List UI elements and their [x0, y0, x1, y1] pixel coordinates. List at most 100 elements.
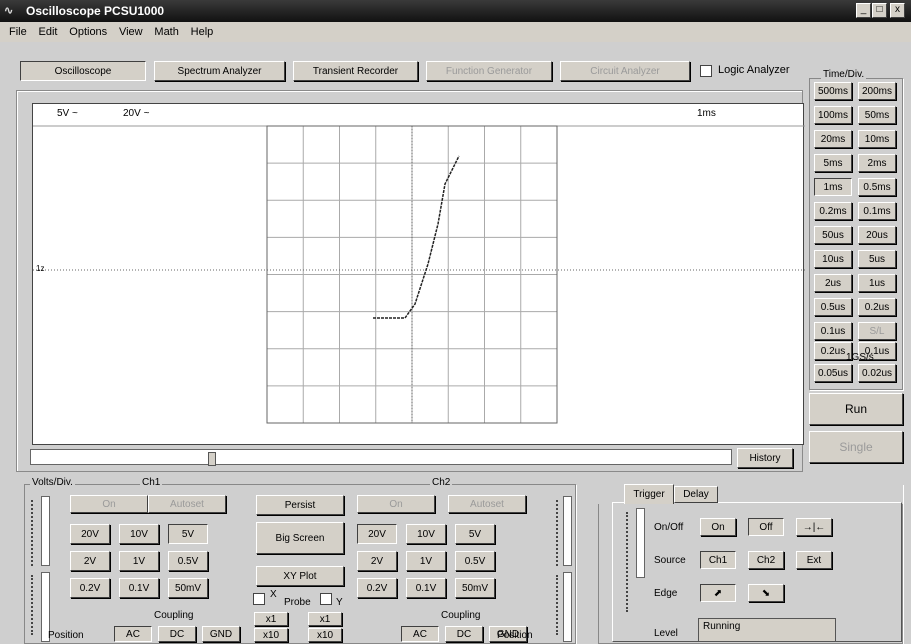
trigger-level-slider[interactable]: [636, 508, 645, 578]
ch1-volts-slider[interactable]: [41, 496, 50, 566]
ch2-coupling-button[interactable]: AC: [401, 626, 439, 642]
trigger-source-label: Source: [654, 555, 686, 566]
timediv-button[interactable]: 10us: [814, 250, 852, 268]
ch1-on-button[interactable]: On: [70, 495, 148, 513]
ch1-volts-button[interactable]: 0.5V: [168, 551, 208, 571]
menu-help[interactable]: Help: [191, 26, 214, 38]
timediv-button[interactable]: 500ms: [814, 82, 852, 100]
timediv-button[interactable]: 20ms: [814, 130, 852, 148]
ch1-volts-button[interactable]: 1V: [119, 551, 159, 571]
timediv-button[interactable]: S/L: [858, 322, 896, 340]
timediv-button[interactable]: 0.1us: [814, 322, 852, 340]
tab-delay[interactable]: Delay: [674, 486, 718, 503]
ch2-volts-slider[interactable]: [563, 496, 572, 566]
timediv-button[interactable]: 10ms: [858, 130, 896, 148]
trigger-off-button[interactable]: Off: [748, 518, 784, 536]
ch2-autoset-button[interactable]: Autoset: [448, 495, 526, 513]
edge-falling-icon: ⬊: [761, 587, 771, 599]
ch1-volts-button[interactable]: 5V: [168, 524, 208, 544]
probe-y-checkbox[interactable]: [320, 593, 332, 605]
timediv-button[interactable]: 20us: [858, 226, 896, 244]
trigger-hold-button[interactable]: →|←: [796, 518, 832, 536]
timediv-button[interactable]: 2us: [814, 274, 852, 292]
minimize-button[interactable]: _: [856, 3, 871, 18]
trigger-source-ch1-button[interactable]: Ch1: [700, 551, 736, 569]
menu-options[interactable]: Options: [69, 26, 107, 38]
timediv-button[interactable]: 0.1ms: [858, 202, 896, 220]
scope-screen[interactable]: 5V ~ 20V ~ 1ms 1z: [32, 103, 805, 445]
ch2-on-button[interactable]: On: [357, 495, 435, 513]
probe-ch2-x1-button[interactable]: x1: [308, 612, 342, 626]
single-button[interactable]: Single: [809, 431, 903, 463]
trigger-level-ticks: [626, 512, 632, 612]
ch2-coupling-button[interactable]: DC: [445, 626, 483, 642]
ch1-volts-button[interactable]: 2V: [70, 551, 110, 571]
ch1-autoset-button[interactable]: Autoset: [148, 495, 226, 513]
ch2-position-label: Position: [497, 630, 533, 641]
history-slider[interactable]: [30, 449, 732, 465]
maximize-button[interactable]: □: [872, 3, 887, 18]
tab-oscilloscope[interactable]: Oscilloscope: [20, 61, 146, 81]
timediv-button[interactable]: 0.5ms: [858, 178, 896, 196]
trigger-source-ext-button[interactable]: Ext: [796, 551, 832, 569]
persist-button[interactable]: Persist: [256, 495, 344, 515]
ch2-volts-button[interactable]: 1V: [406, 551, 446, 571]
timediv-button[interactable]: 1ms: [814, 178, 852, 196]
history-button[interactable]: History: [737, 448, 793, 468]
timediv-button[interactable]: 100ms: [814, 106, 852, 124]
ch2-volts-button[interactable]: 0.5V: [455, 551, 495, 571]
edge-rising-button[interactable]: ⬈: [700, 584, 736, 602]
probe-ch1-x1-button[interactable]: x1: [254, 612, 288, 626]
tab-circuit-analyzer[interactable]: Circuit Analyzer: [560, 61, 690, 81]
close-button[interactable]: x: [890, 3, 905, 18]
timediv-button[interactable]: 0.05us: [814, 364, 852, 382]
ch2-position-slider[interactable]: [563, 572, 572, 642]
timediv-button[interactable]: 5ms: [814, 154, 852, 172]
probe-ch2-x10-button[interactable]: x10: [308, 628, 342, 642]
timediv-button[interactable]: 0.2us: [858, 298, 896, 316]
ch1-volts-button[interactable]: 20V: [70, 524, 110, 544]
tab-function-generator[interactable]: Function Generator: [426, 61, 552, 81]
ch1-volts-button[interactable]: 0.1V: [119, 578, 159, 598]
timediv-button[interactable]: 5us: [858, 250, 896, 268]
trigger-source-ch2-button[interactable]: Ch2: [748, 551, 784, 569]
timediv-button[interactable]: 0.2ms: [814, 202, 852, 220]
timediv-button[interactable]: 2ms: [858, 154, 896, 172]
logic-analyzer-checkbox[interactable]: [700, 65, 712, 77]
history-slider-thumb[interactable]: [208, 452, 216, 466]
ch2-volts-button[interactable]: 20V: [357, 524, 397, 544]
big-screen-button[interactable]: Big Screen: [256, 522, 344, 554]
ch2-volts-button[interactable]: 10V: [406, 524, 446, 544]
timediv-button[interactable]: 1us: [858, 274, 896, 292]
timediv-button[interactable]: 50ms: [858, 106, 896, 124]
ch1-volts-button[interactable]: 0.2V: [70, 578, 110, 598]
trigger-on-button[interactable]: On: [700, 518, 736, 536]
ch1-volts-button[interactable]: 50mV: [168, 578, 208, 598]
timediv-button[interactable]: 50us: [814, 226, 852, 244]
menu-math[interactable]: Math: [154, 26, 178, 38]
probe-ch1-x10-button[interactable]: x10: [254, 628, 288, 642]
ch2-volts-button[interactable]: 50mV: [455, 578, 495, 598]
ch2-volts-button[interactable]: 0.2V: [357, 578, 397, 598]
menu-view[interactable]: View: [119, 26, 143, 38]
tab-transient-recorder[interactable]: Transient Recorder: [293, 61, 418, 81]
ch1-coupling-button[interactable]: AC: [114, 626, 152, 642]
xy-plot-button[interactable]: XY Plot: [256, 566, 344, 586]
menu-edit[interactable]: Edit: [39, 26, 58, 38]
ch2-volts-button[interactable]: 2V: [357, 551, 397, 571]
probe-x-checkbox[interactable]: [253, 593, 265, 605]
ch1-coupling-button[interactable]: DC: [158, 626, 196, 642]
ch1-volts-button[interactable]: 10V: [119, 524, 159, 544]
timediv-button[interactable]: 0.5us: [814, 298, 852, 316]
ch2-volts-button[interactable]: 5V: [455, 524, 495, 544]
menu-file[interactable]: File: [9, 26, 27, 38]
timediv-button[interactable]: 200ms: [858, 82, 896, 100]
tab-trigger[interactable]: Trigger: [624, 484, 674, 504]
run-button[interactable]: Run: [809, 393, 903, 425]
trigger-level-label: Level: [654, 628, 678, 639]
ch1-coupling-button[interactable]: GND: [202, 626, 240, 642]
edge-falling-button[interactable]: ⬊: [748, 584, 784, 602]
timediv-button[interactable]: 0.02us: [858, 364, 896, 382]
tab-spectrum-analyzer[interactable]: Spectrum Analyzer: [154, 61, 285, 81]
ch2-volts-button[interactable]: 0.1V: [406, 578, 446, 598]
